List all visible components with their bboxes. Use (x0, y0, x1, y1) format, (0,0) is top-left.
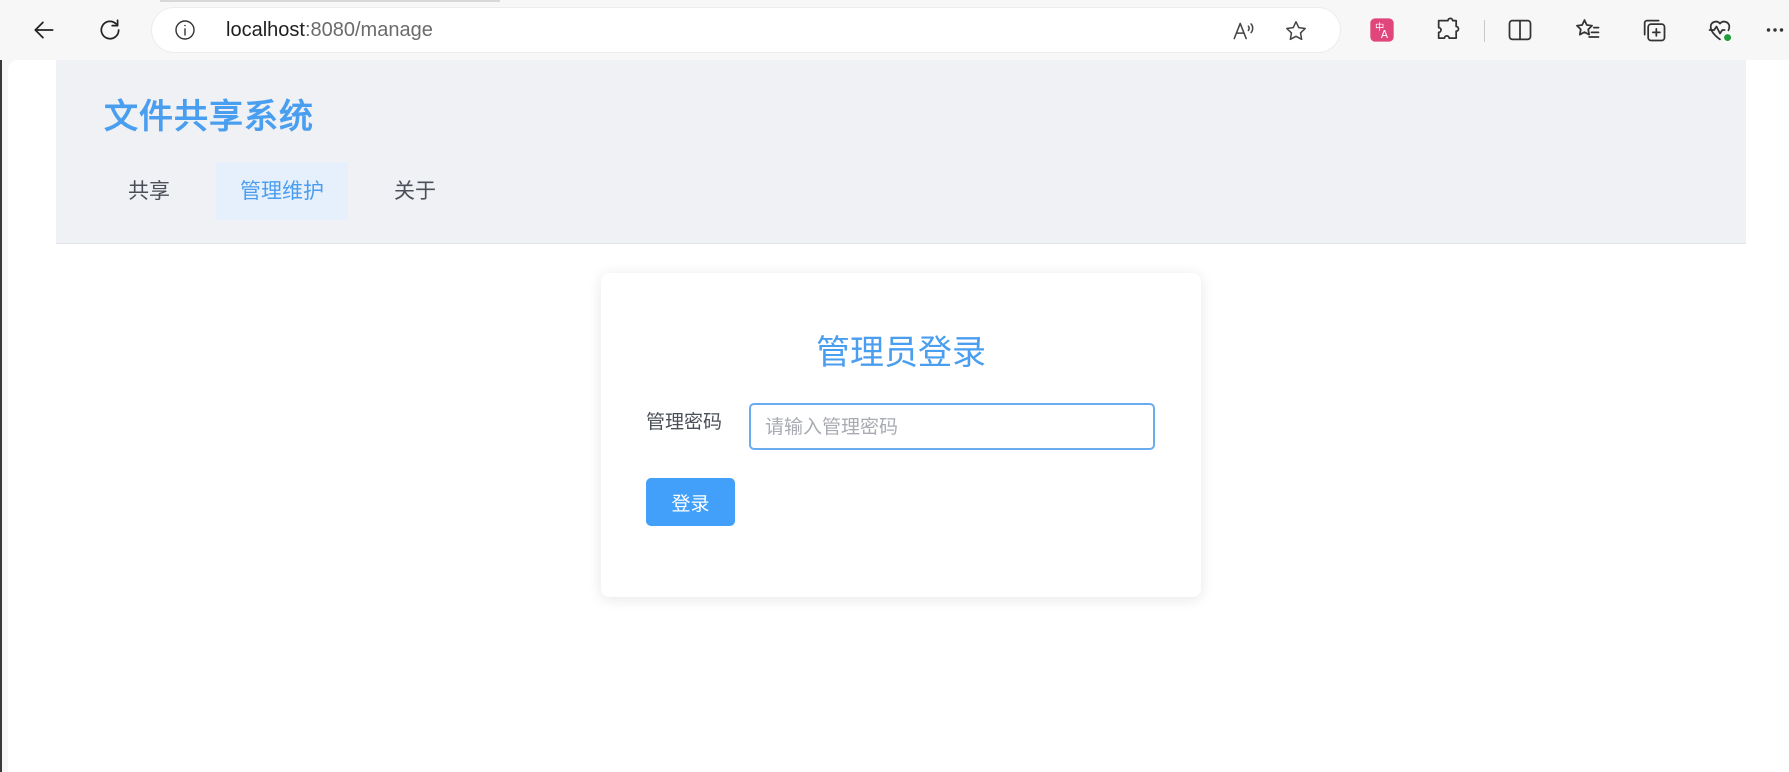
arrow-left-icon (34, 21, 54, 39)
reload-icon (100, 19, 120, 40)
window-edge (0, 60, 2, 772)
favorites-list-icon[interactable] (1572, 14, 1604, 46)
url-host: localhost (226, 19, 305, 41)
toolbar-divider (1484, 20, 1485, 42)
star-icon[interactable] (1282, 17, 1310, 45)
login-card: 管理员登录 管理密码 登录 (601, 273, 1201, 597)
reload-button[interactable] (90, 10, 130, 50)
browser-toolbar: localhost:8080/manage 中 A (0, 0, 1789, 60)
nav-menu: 共享 管理维护 关于 (104, 162, 460, 220)
back-button[interactable] (24, 10, 64, 50)
url-path: :8080/manage (304, 19, 433, 41)
translate-icon[interactable]: 中 A (1366, 14, 1398, 46)
collections-icon[interactable] (1638, 14, 1670, 46)
puzzle-icon[interactable] (1432, 14, 1464, 46)
site-title: 文件共享系统 (104, 97, 314, 137)
svg-text:A: A (1381, 29, 1389, 41)
nav-item-share[interactable]: 共享 (104, 162, 194, 220)
site-header: 文件共享系统 共享 管理维护 关于 (56, 60, 1746, 244)
tab-strip-edge (160, 0, 500, 2)
split-screen-icon[interactable] (1504, 14, 1536, 46)
login-title: 管理员登录 (816, 333, 986, 373)
page-viewport: 文件共享系统 共享 管理维护 关于 管理员登录 管理密码 登录 (8, 60, 1789, 772)
more-icon[interactable] (1762, 14, 1788, 46)
password-input[interactable] (749, 403, 1155, 450)
login-button[interactable]: 登录 (646, 478, 735, 526)
info-icon[interactable] (172, 17, 198, 43)
heart-pulse-icon[interactable] (1704, 14, 1736, 46)
nav-item-about[interactable]: 关于 (370, 162, 460, 220)
address-bar[interactable]: localhost:8080/manage (152, 8, 1340, 52)
password-label: 管理密码 (646, 411, 723, 433)
nav-item-manage[interactable]: 管理维护 (216, 162, 348, 220)
read-aloud-icon[interactable] (1230, 17, 1258, 45)
url-text[interactable]: localhost:8080/manage (226, 8, 433, 52)
